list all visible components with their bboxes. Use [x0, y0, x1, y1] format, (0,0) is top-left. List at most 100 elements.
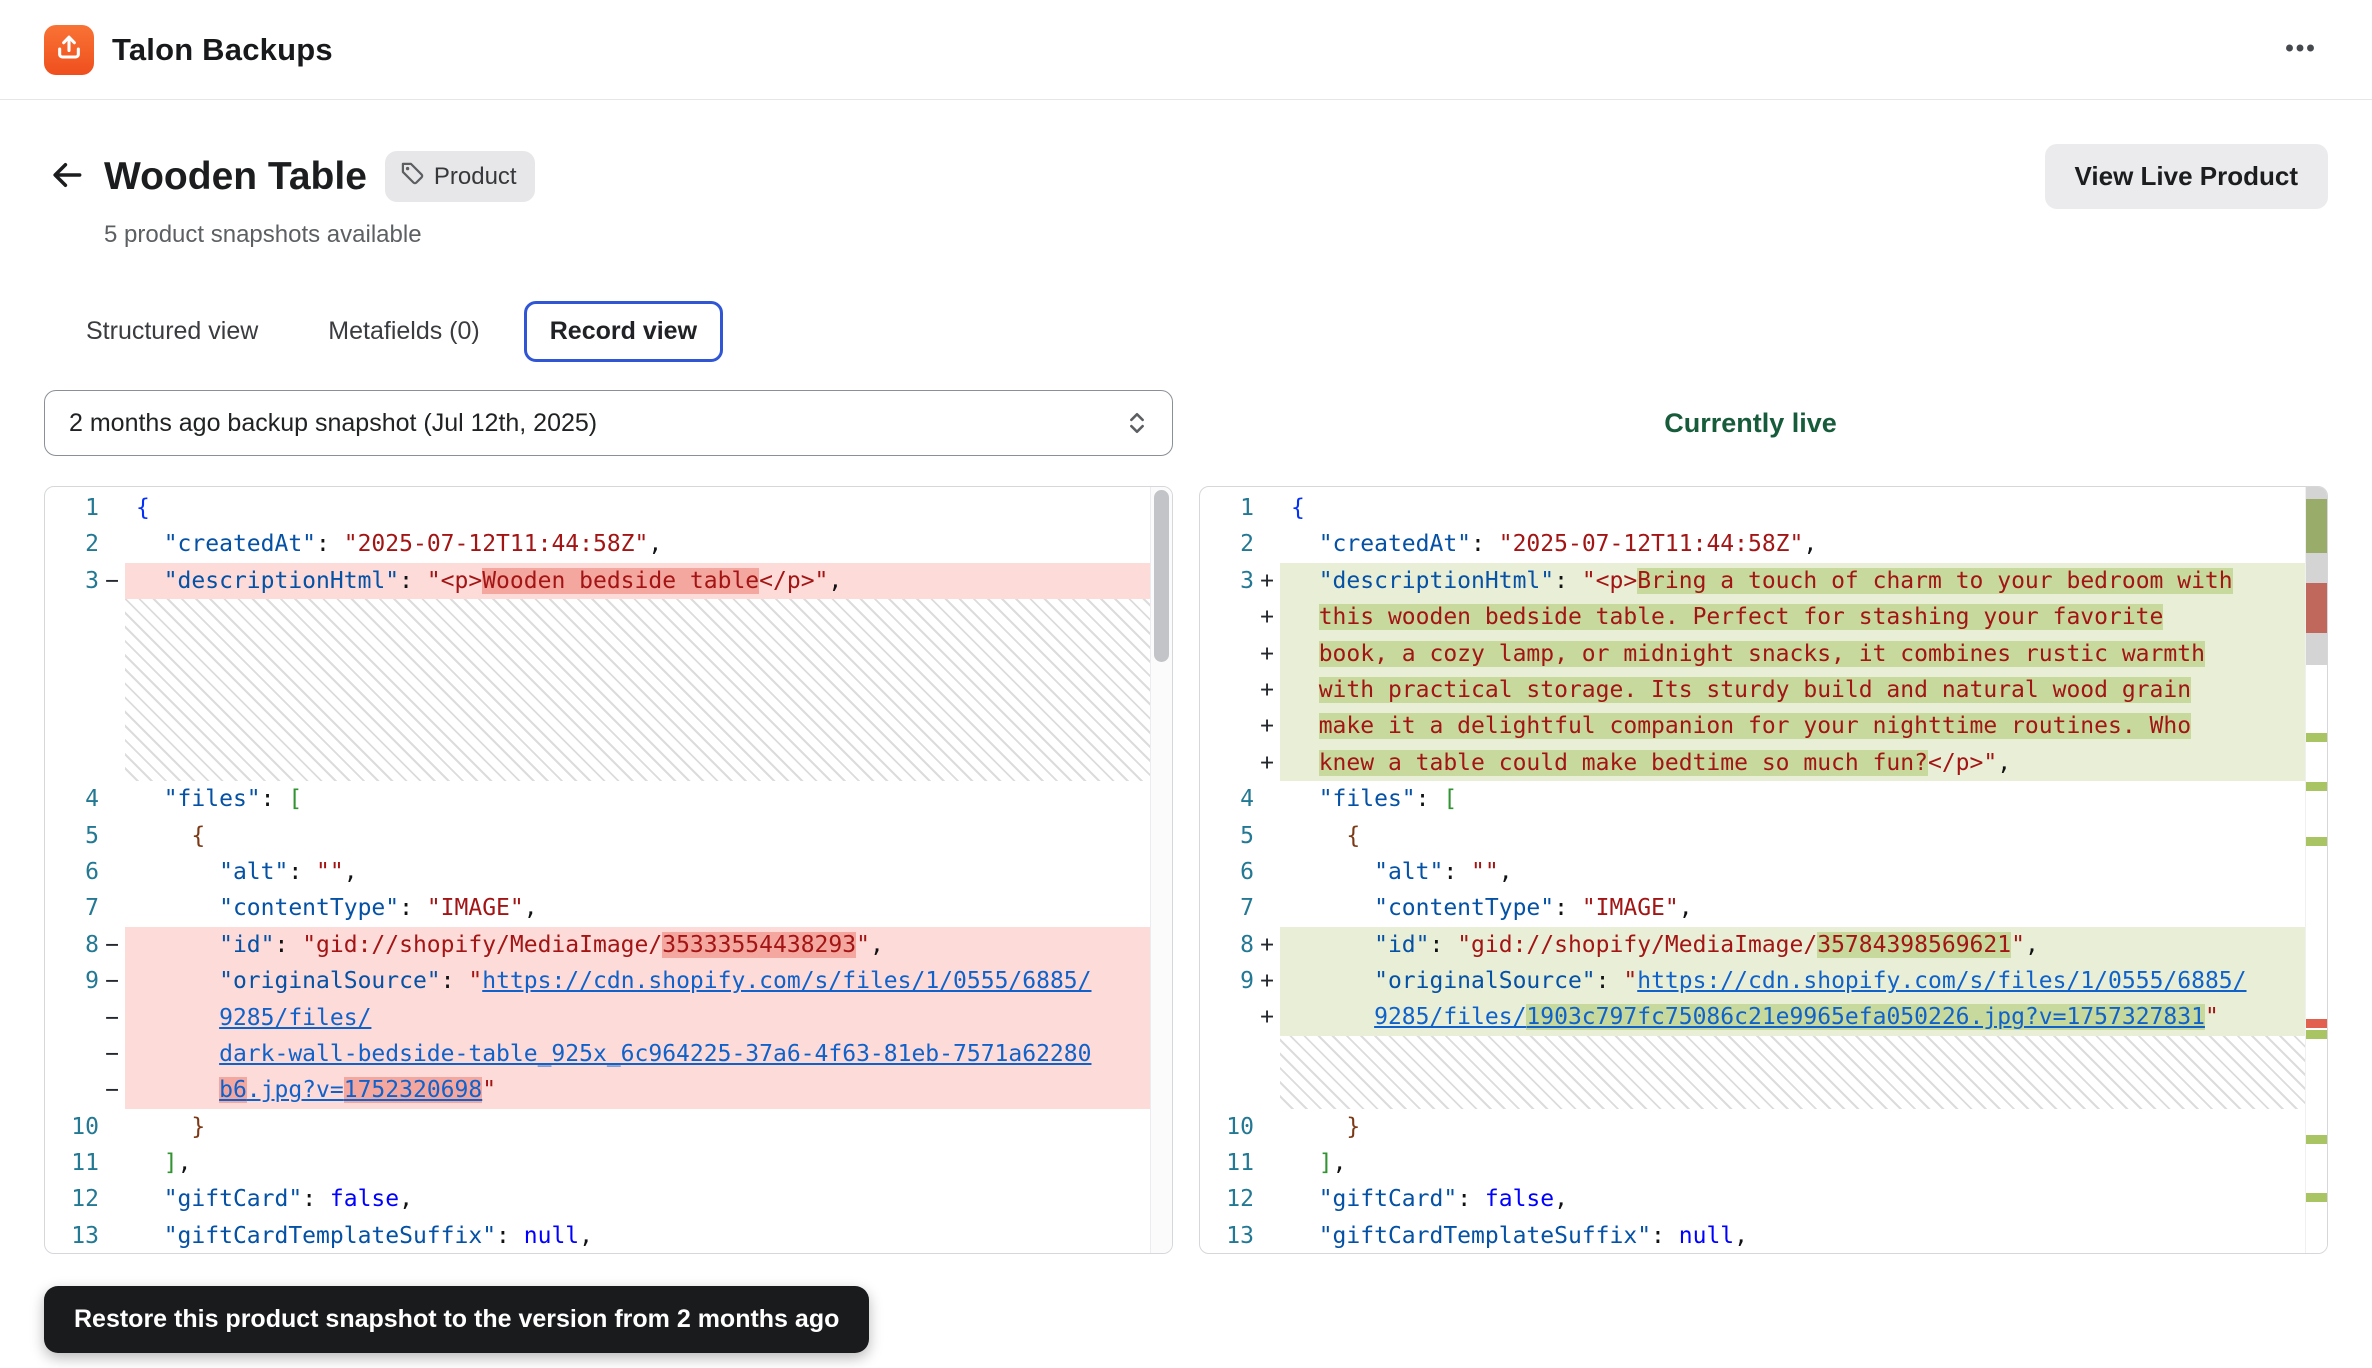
code-token: "descriptionHtml"	[1319, 568, 1554, 594]
code-token: :	[1596, 968, 1624, 994]
code-token: "alt"	[219, 859, 288, 885]
diff-row: 9+ "originalSource": "https://cdn.shopif…	[1200, 963, 2327, 999]
restore-snapshot-button[interactable]: Restore this product snapshot to the ver…	[44, 1286, 869, 1353]
code-token: [	[1443, 786, 1457, 812]
diff-marker: −	[99, 1036, 125, 1072]
snapshots-available-subtitle: 5 product snapshots available	[60, 221, 2372, 249]
diff-row: + make it a delightful companion for you…	[1200, 708, 2327, 744]
code-token: :	[399, 895, 427, 921]
diff-row: − 9285/files/	[45, 1000, 1172, 1036]
code-line: "id": "gid://shopify/MediaImage/35784398…	[1280, 927, 2327, 963]
code-token	[1291, 604, 1319, 630]
diff-spacer-row	[1200, 1036, 2327, 1109]
product-badge: Product	[385, 151, 535, 202]
diff-editor-live[interactable]: 1{2 "createdAt": "2025-07-12T11:44:58Z",…	[1200, 487, 2327, 1254]
alignment-filler	[125, 599, 1172, 781]
diff-row: 4 "files": [	[1200, 781, 2327, 817]
code-line: "createdAt": "2025-07-12T11:44:58Z",	[1280, 526, 2327, 562]
tab-structured-view[interactable]: Structured view	[60, 301, 284, 362]
code-token: ,	[1734, 1223, 1748, 1249]
code-token: "createdAt"	[1319, 531, 1471, 557]
code-token: ,	[178, 1150, 192, 1176]
diff-marker	[1254, 1181, 1280, 1217]
url-link[interactable]: 1903c797fc75086c21e9965efa050226.jpg?v=1…	[1526, 1004, 2205, 1030]
code-token: {	[1291, 495, 1305, 521]
ruler-added-mark	[2306, 837, 2327, 846]
line-number	[1200, 999, 1254, 1035]
code-line: }	[125, 1109, 1172, 1145]
tag-icon	[399, 160, 425, 193]
line-number	[45, 1036, 99, 1072]
arrow-left-icon	[48, 156, 86, 197]
code-line: "giftCard": false,	[125, 1181, 1172, 1217]
code-line: "createdAt": "2025-07-12T11:44:58Z",	[125, 526, 1172, 562]
code-token: "originalSource"	[1374, 968, 1596, 994]
overflow-menu-button[interactable]	[2272, 28, 2328, 72]
tab-record-view[interactable]: Record view	[524, 301, 723, 362]
code-token	[1291, 932, 1374, 958]
url-link[interactable]: .jpg?v=	[247, 1077, 344, 1103]
line-number: 3	[45, 563, 99, 599]
line-number: 9	[45, 963, 99, 999]
diff-row: 2 "createdAt": "2025-07-12T11:44:58Z",	[45, 526, 1172, 562]
code-token	[136, 1114, 191, 1140]
diff-marker	[1254, 1109, 1280, 1145]
diff-marker	[99, 818, 125, 854]
diff-marker: +	[1254, 927, 1280, 963]
scrollbar-track[interactable]	[1150, 487, 1172, 1253]
diff-row: − dark-wall-bedside-table_925x_6c964225-…	[45, 1036, 1172, 1072]
code-line: 9285/files/1903c797fc75086c21e9965efa050…	[1280, 999, 2327, 1035]
code-token: ,	[1499, 859, 1513, 885]
code-token: "gid://shopify/MediaImage/	[302, 932, 662, 958]
code-token: Wooden bedside table	[482, 568, 759, 594]
code-line: book, a cozy lamp, or midnight snacks, i…	[1280, 636, 2327, 672]
code-token	[136, 932, 219, 958]
line-number: 4	[1200, 781, 1254, 817]
diff-marker	[1254, 1218, 1280, 1254]
url-link[interactable]: 9285/files/	[219, 1005, 371, 1031]
line-number: 13	[1200, 1218, 1254, 1254]
view-live-product-button[interactable]: View Live Product	[2045, 144, 2328, 209]
url-link[interactable]: dark-wall-bedside-table_925x_6c964225-37…	[219, 1041, 1091, 1067]
url-link[interactable]: 1752320698	[344, 1077, 482, 1103]
url-link[interactable]: https://cdn.shopify.com/s/files/1/0555/6…	[482, 968, 1091, 994]
code-token	[1291, 895, 1374, 921]
diff-marker	[99, 854, 125, 890]
ruler-removed-mark	[2306, 1019, 2327, 1028]
code-line: this wooden bedside table. Perfect for s…	[1280, 599, 2327, 635]
code-line: {	[125, 818, 1172, 854]
code-token: :	[316, 531, 344, 557]
tab-metafields[interactable]: Metafields (0)	[302, 301, 505, 362]
overview-ruler[interactable]	[2305, 487, 2327, 1253]
diff-row: 12 "giftCard": false,	[1200, 1181, 2327, 1217]
diff-marker	[1254, 781, 1280, 817]
alignment-filler	[1280, 1036, 2327, 1109]
code-line: "giftCardTemplateSuffix": null,	[125, 1218, 1172, 1254]
code-token: "	[856, 932, 870, 958]
code-line: "descriptionHtml": "<p>Wooden bedside ta…	[125, 563, 1172, 599]
code-token	[1291, 677, 1319, 703]
code-line: }	[1280, 1109, 2327, 1145]
code-token: "giftCard"	[1319, 1186, 1457, 1212]
code-token	[1291, 1114, 1346, 1140]
code-token	[136, 786, 164, 812]
url-link[interactable]: https://cdn.shopify.com/s/files/1/0555/6…	[1637, 968, 2246, 994]
currently-live-label: Currently live	[1173, 408, 2328, 439]
diff-row: 7 "contentType": "IMAGE",	[1200, 890, 2327, 926]
diff-row: 8+ "id": "gid://shopify/MediaImage/35784…	[1200, 927, 2327, 963]
code-line: {	[125, 490, 1172, 526]
code-token: "contentType"	[1374, 895, 1554, 921]
diff-editor-old[interactable]: 1{2 "createdAt": "2025-07-12T11:44:58Z",…	[45, 487, 1172, 1254]
snapshot-select[interactable]: 2 months ago backup snapshot (Jul 12th, …	[44, 390, 1173, 456]
back-button[interactable]	[44, 154, 90, 200]
ruler-added-mark	[2306, 1193, 2327, 1202]
url-link[interactable]: b6	[219, 1077, 247, 1103]
page-title: Wooden Table	[104, 155, 367, 199]
diff-view: 1{2 "createdAt": "2025-07-12T11:44:58Z",…	[0, 486, 2372, 1254]
code-token: {	[191, 823, 205, 849]
code-token: "	[2205, 1004, 2219, 1030]
diff-row: 13 "giftCardTemplateSuffix": null,	[45, 1218, 1172, 1254]
page-title-row: Wooden Table Product View Live Product	[0, 144, 2372, 209]
scrollbar-thumb[interactable]	[1154, 490, 1169, 662]
url-link[interactable]: 9285/files/	[1374, 1004, 1526, 1030]
